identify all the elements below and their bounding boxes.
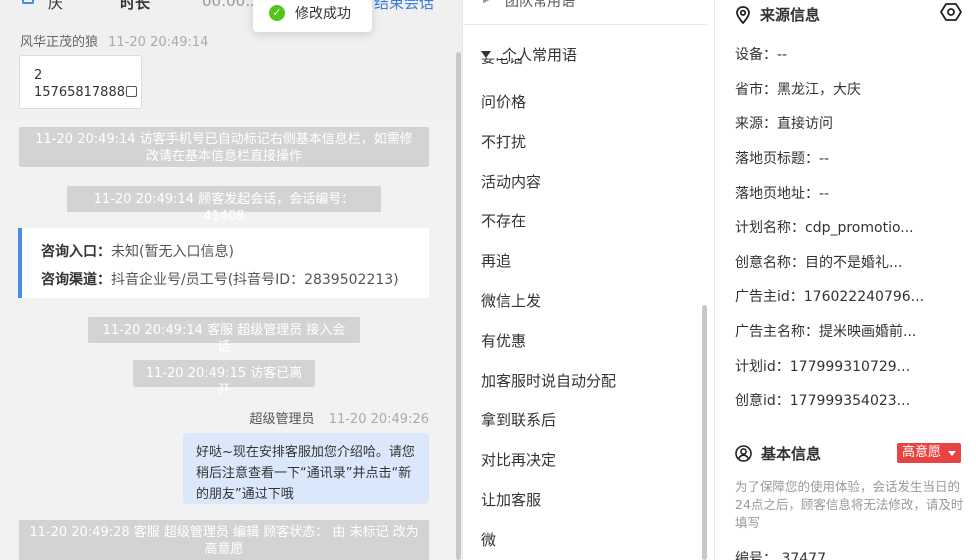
visitor-message-time: 11-20 20:49:14 <box>108 35 209 50</box>
visitor-phone-card: 2 15765817888 <box>19 55 142 109</box>
agent-message-time: 11-20 20:49:26 <box>328 412 429 427</box>
inquiry-channel-value: 抖音企业号/员工号(抖音号ID：2839502213) <box>111 272 399 288</box>
chat-panel: 庆 时长 00:00:32 结束会话 风华正茂的狼 11-20 20:49:14… <box>0 0 462 560</box>
phone-number: 15765817888 <box>34 85 125 100</box>
header-location-fragment: 庆 <box>48 0 64 12</box>
copy-icon[interactable] <box>125 86 137 97</box>
system-message: 11-20 20:49:14 客服 超级管理员 接入会话 <box>88 317 360 355</box>
phrase-item[interactable]: 加客服时说自动分配 <box>481 361 616 401</box>
checkbox-icon[interactable] <box>22 0 34 4</box>
hexagon-settings-icon[interactable] <box>939 2 963 22</box>
inquiry-channel-label: 咨询渠道： <box>41 272 111 288</box>
system-message: 11-20 20:49:15 访客已离开 <box>133 360 315 398</box>
header-duration-label: 时长 <box>120 0 151 12</box>
intent-status-dropdown[interactable]: 高意愿 <box>897 443 961 463</box>
source-info-row: 落地页地址：-- <box>735 186 830 202</box>
source-info-row: 计划名称：cdp_promotio... <box>735 220 914 236</box>
end-session-link[interactable]: 结束会话 <box>374 0 434 13</box>
caret-down-icon <box>948 451 956 456</box>
system-message: 11-20 20:49:14 访客手机号已自动标记右侧基本信息栏，如需修改请在基… <box>19 127 429 167</box>
phrase-item[interactable]: 有优惠 <box>481 321 616 361</box>
inquiry-entry-label: 咨询入口： <box>41 244 111 260</box>
source-info-row: 设备：-- <box>735 47 788 63</box>
source-info-row: 计划id：177999310729... <box>735 359 911 375</box>
system-message: 11-20 20:49:28 客服 超级管理员 编辑 顾客状态： 由 未标记 改… <box>19 520 429 560</box>
caret-right-icon: ▶ <box>483 0 491 5</box>
visitor-message-header: 风华正茂的狼 11-20 20:49:14 <box>20 31 208 50</box>
inquiry-info-card: 咨询入口：未知(暂无入口信息) 咨询渠道：抖音企业号/员工号(抖音号ID：283… <box>18 228 429 298</box>
source-info-row: 广告主id：176022240796... <box>735 289 925 305</box>
source-info-header: 来源信息 <box>735 4 820 25</box>
toast-message: 修改成功 <box>295 6 351 22</box>
basic-info-notice: 为了保障您的使用体验，会话发生当日的24点之后，顾客信息将无法修改，请及时填写 <box>735 479 964 530</box>
visitor-name: 风华正茂的狼 <box>20 35 99 50</box>
location-pin-icon <box>736 5 750 24</box>
chat-scrollbar[interactable] <box>456 52 461 560</box>
user-circle-icon <box>735 445 752 462</box>
check-circle-icon: ✓ <box>269 5 285 21</box>
customer-info-panel: 来源信息 设备：-- 省市：黑龙江，大庆 来源：直接访问 落地页标题：-- 落地页地址：… <box>714 0 976 560</box>
source-info-row: 创意名称：目的不是婚礼... <box>735 255 903 271</box>
phrase-item[interactable]: 活动内容 <box>481 162 616 202</box>
intent-status-label: 高意愿 <box>902 445 942 460</box>
source-info-title: 来源信息 <box>760 6 821 24</box>
phrase-item[interactable]: 再追 <box>481 241 616 281</box>
caret-down-icon <box>481 51 491 58</box>
phrase-list: 问价格 不打扰 活动内容 不存在 再追 微信上发 有优惠 加客服时说自动分配 拿到联系后 对比再决… <box>481 82 616 560</box>
phrase-item[interactable]: 对比再决定 <box>481 440 616 480</box>
inquiry-entry-value: 未知(暂无入口信息) <box>111 244 234 260</box>
chat-header-area: 庆 时长 00:00:32 结束会话 风华正茂的狼 11-20 20:49:14… <box>0 0 462 120</box>
phrase-item[interactable]: 不存在 <box>481 201 616 241</box>
phrases-scrollbar[interactable] <box>702 305 707 560</box>
source-info-row: 来源：直接访问 <box>735 116 833 132</box>
agent-message-bubble: 好哒~现在安排客服加您介绍哈。请您稍后注意查看一下“通讯录”并点击“新的朋友”通… <box>183 433 429 504</box>
quick-phrases-panel: ▶ 团队常用语 个人常用语 要电话 问价格不打扰活动内容不存在再追微信上发有优惠… <box>462 0 714 560</box>
source-info-row: 广告主名称：提米映画婚前... <box>735 324 917 340</box>
team-phrases-group[interactable]: ▶ 团队常用语 <box>463 0 707 25</box>
customer-number: 编号： 37477 <box>735 551 826 560</box>
agent-message-header: 超级管理员 11-20 20:49:26 <box>250 408 429 427</box>
agent-name: 超级管理员 <box>249 412 315 427</box>
phone-card-line1: 2 <box>34 68 43 83</box>
phrase-item[interactable]: 微信上发 <box>481 281 616 321</box>
source-info-row: 落地页标题：-- <box>735 151 830 167</box>
team-phrases-label: 团队常用语 <box>505 0 575 10</box>
success-toast: ✓ 修改成功 <box>253 0 372 32</box>
phrase-item[interactable]: 拿到联系后 <box>481 400 616 440</box>
basic-info-header: 基本信息 <box>735 443 821 464</box>
phrase-item[interactable]: 让加客服 <box>481 480 616 520</box>
phrase-item-partial[interactable]: 要电话 <box>481 58 523 66</box>
source-info-row: 省市：黑龙江，大庆 <box>735 82 861 98</box>
phrase-item[interactable]: 不打扰 <box>481 122 616 162</box>
basic-info-title: 基本信息 <box>761 445 822 463</box>
phrase-item[interactable]: 微 <box>481 520 616 560</box>
source-info-row: 创意id：177999354023... <box>735 393 911 409</box>
phrase-item[interactable]: 问价格 <box>481 82 616 122</box>
system-message: 11-20 20:49:14 顾客发起会话，会话编号：41408 <box>67 186 381 224</box>
